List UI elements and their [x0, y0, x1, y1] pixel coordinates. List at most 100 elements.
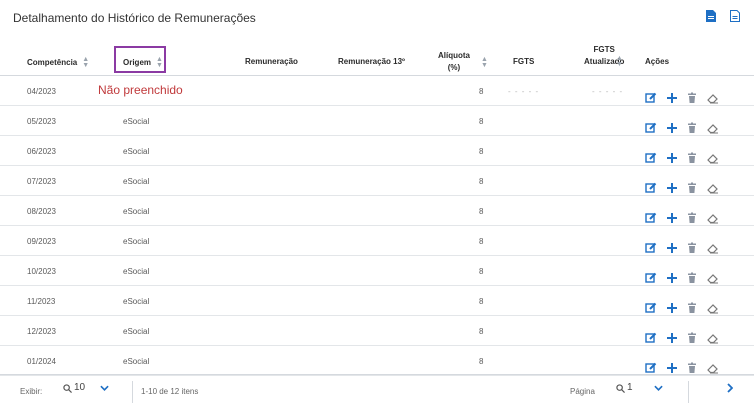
aliquota-cell: 8 — [479, 297, 484, 306]
table-row: 04/2023 8 Não preenchido - - - - - - - - - - — [0, 76, 754, 106]
trash-icon[interactable] — [686, 361, 698, 373]
eraser-icon[interactable] — [707, 121, 719, 134]
trash-icon[interactable] — [686, 271, 698, 283]
edit-icon[interactable] — [645, 121, 657, 133]
search-icon — [616, 384, 625, 393]
table-row: 12/2023 eSocial 8 — [0, 316, 754, 346]
edit-icon[interactable] — [645, 181, 657, 193]
table-row: 10/2023 eSocial 8 — [0, 256, 754, 286]
competencia-cell: 11/2023 — [27, 297, 56, 306]
competencia-cell: 09/2023 — [27, 237, 56, 246]
table-row: 09/2023 eSocial 8 — [0, 226, 754, 256]
origem-cell: eSocial — [123, 117, 150, 126]
document-icon[interactable] — [730, 10, 740, 22]
aliquota-cell: 8 — [479, 237, 484, 246]
chevron-down-icon[interactable] — [654, 385, 663, 391]
add-icon[interactable] — [666, 91, 678, 103]
eraser-icon[interactable] — [707, 181, 719, 194]
exibir-label: Exibir: — [20, 387, 43, 396]
trash-icon[interactable] — [686, 241, 698, 253]
table-row: 08/2023 eSocial 8 — [0, 196, 754, 226]
trash-icon[interactable] — [686, 181, 698, 193]
competencia-cell: 10/2023 — [27, 267, 56, 276]
eraser-icon[interactable] — [707, 211, 719, 224]
trash-icon[interactable] — [686, 301, 698, 313]
trash-icon[interactable] — [686, 331, 698, 343]
aliquota-cell: 8 — [479, 357, 484, 366]
trash-icon[interactable] — [686, 91, 698, 103]
fgts-atualizado-cell: - - - - - — [592, 87, 624, 96]
origem-cell: eSocial — [123, 207, 150, 216]
sort-icon[interactable]: ▲ ▼ — [82, 56, 89, 69]
fgts-cell: - - - - - — [508, 87, 540, 96]
edit-icon[interactable] — [645, 301, 657, 313]
edit-icon[interactable] — [645, 241, 657, 253]
trash-icon[interactable] — [686, 121, 698, 133]
col-remuneracao-13: Remuneração 13º — [338, 57, 405, 66]
col-competencia[interactable]: Competência ▲ ▼ — [27, 56, 89, 69]
eraser-icon[interactable] — [707, 91, 719, 104]
pagination-bar: Exibir: 10 1-10 de 12 itens Página 1 — [0, 374, 754, 404]
pdf-icon[interactable] — [706, 10, 716, 22]
origem-cell: eSocial — [123, 177, 150, 186]
divider — [132, 381, 133, 403]
competencia-cell: 07/2023 — [27, 177, 56, 186]
trash-icon[interactable] — [686, 151, 698, 163]
origem-cell: eSocial — [123, 147, 150, 156]
origem-cell: eSocial — [123, 357, 150, 366]
eraser-icon[interactable] — [707, 361, 719, 374]
aliquota-cell: 8 — [479, 147, 484, 156]
table-row: 11/2023 eSocial 8 — [0, 286, 754, 316]
divider — [688, 381, 689, 403]
aliquota-cell: 8 — [479, 267, 484, 276]
col-aliquota[interactable]: Alíquota (%) — [438, 50, 470, 74]
edit-icon[interactable] — [645, 211, 657, 223]
current-page-value[interactable]: 1 — [627, 382, 633, 393]
add-icon[interactable] — [666, 361, 678, 373]
origem-cell: eSocial — [123, 267, 150, 276]
add-icon[interactable] — [666, 271, 678, 283]
eraser-icon[interactable] — [707, 331, 719, 344]
page-size-value[interactable]: 10 — [74, 382, 85, 393]
add-icon[interactable] — [666, 241, 678, 253]
add-icon[interactable] — [666, 151, 678, 163]
aliquota-cell: 8 — [479, 177, 484, 186]
origem-cell: eSocial — [123, 237, 150, 246]
edit-icon[interactable] — [645, 91, 657, 103]
table-row: 06/2023 eSocial 8 — [0, 136, 754, 166]
search-icon — [63, 384, 72, 393]
col-fgts-atualizado-label1: FGTS — [593, 45, 615, 54]
col-aliquota-label: Alíquota — [438, 51, 470, 60]
col-fgts: FGTS — [513, 57, 535, 66]
add-icon[interactable] — [666, 181, 678, 193]
eraser-icon[interactable] — [707, 151, 719, 164]
add-icon[interactable] — [666, 331, 678, 343]
eraser-icon[interactable] — [707, 241, 719, 254]
sort-icon[interactable]: ▲ ▼ — [481, 56, 488, 69]
edit-icon[interactable] — [645, 271, 657, 283]
competencia-cell: 06/2023 — [27, 147, 56, 156]
aliquota-cell: 8 — [479, 327, 484, 336]
competencia-cell: 01/2024 — [27, 357, 56, 366]
competencia-cell: 12/2023 — [27, 327, 56, 336]
add-icon[interactable] — [666, 121, 678, 133]
eraser-icon[interactable] — [707, 301, 719, 314]
pagina-label: Página — [570, 387, 595, 396]
add-icon[interactable] — [666, 211, 678, 223]
trash-icon[interactable] — [686, 211, 698, 223]
col-aliquota-unit: (%) — [447, 63, 461, 72]
sort-icon[interactable]: ▲ ▼ — [616, 55, 623, 68]
chevron-down-icon[interactable] — [100, 385, 109, 391]
edit-icon[interactable] — [645, 151, 657, 163]
eraser-icon[interactable] — [707, 271, 719, 284]
chevron-right-icon[interactable] — [727, 383, 733, 393]
competencia-cell: 08/2023 — [27, 207, 56, 216]
aliquota-cell: 8 — [479, 117, 484, 126]
aliquota-cell: 8 — [479, 87, 484, 96]
origem-cell: eSocial — [123, 327, 150, 336]
add-icon[interactable] — [666, 301, 678, 313]
edit-icon[interactable] — [645, 331, 657, 343]
table-row: 01/2024 eSocial 8 — [0, 346, 754, 376]
competencia-cell: 05/2023 — [27, 117, 56, 126]
edit-icon[interactable] — [645, 361, 657, 373]
